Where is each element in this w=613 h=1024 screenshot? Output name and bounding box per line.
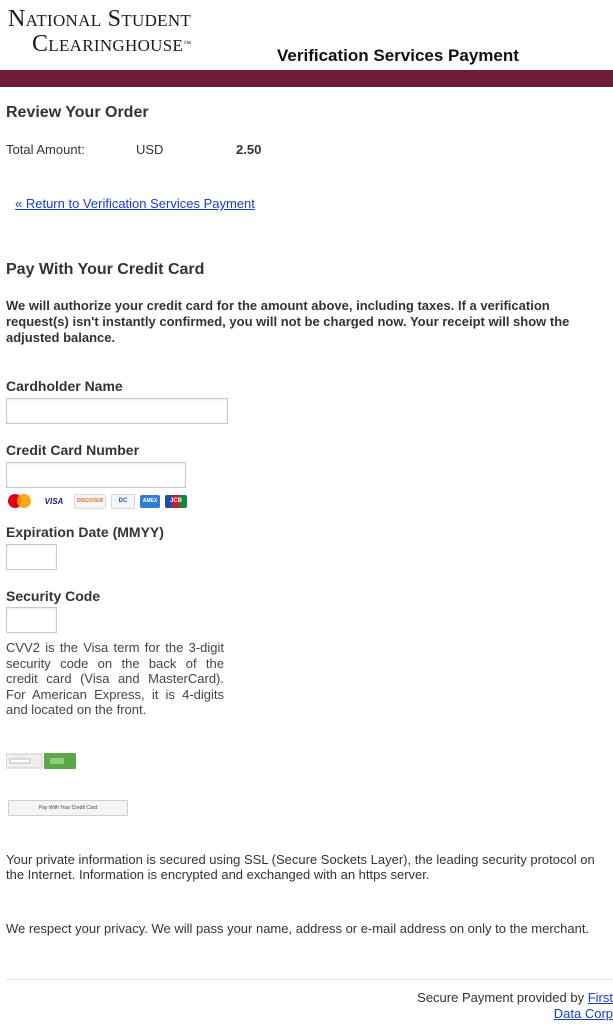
security-code-input[interactable] — [6, 607, 57, 633]
footer: Secure Payment provided by First Data Co… — [417, 990, 613, 1022]
ssl-notice: Your private information is secured usin… — [6, 852, 595, 882]
currency-code: USD — [136, 142, 164, 157]
first-data-link[interactable]: First — [588, 990, 613, 1005]
pay-heading: Pay With Your Credit Card — [6, 261, 205, 278]
discover-icon: DISCOVER — [74, 493, 106, 509]
footer-prefix: Secure Payment provided by — [417, 990, 585, 1005]
footer-line-1: Secure Payment provided by First — [417, 990, 613, 1006]
brand-line-2: Clearinghouse™ — [32, 31, 192, 57]
total-amount-value: 2.50 — [236, 142, 262, 157]
cardholder-name-label: Cardholder Name — [6, 378, 123, 394]
return-link[interactable]: « Return to Verification Services Paymen… — [15, 196, 255, 211]
footer-divider — [6, 979, 613, 980]
amex-icon: AMEX — [140, 494, 160, 508]
accepted-cards: VISA DISCOVER DC AMEX JCB — [6, 492, 187, 510]
footer-line-2: Data Corp — [417, 1006, 613, 1022]
jcb-icon: JCB — [165, 494, 187, 508]
pay-with-credit-card-button[interactable]: Pay With Your Credit Card — [8, 800, 128, 816]
expiration-label: Expiration Date (MMYY) — [6, 524, 164, 540]
total-amount-label: Total Amount: — [6, 142, 85, 157]
visa-icon: VISA — [44, 496, 64, 506]
card-number-label: Credit Card Number — [6, 442, 140, 458]
card-number-input[interactable] — [6, 462, 186, 488]
mastercard-icon — [6, 494, 34, 508]
review-heading: Review Your Order — [6, 104, 149, 121]
expiration-input[interactable] — [6, 544, 57, 570]
cvv-help-text: CVV2 is the Visa term for the 3-digit se… — [6, 640, 224, 717]
brand-line-2-text: Clearinghouse — [32, 31, 184, 57]
page-title: Verification Services Payment — [277, 46, 519, 65]
cvv-card-icon — [5, 752, 76, 770]
brand-logo: National Student Clearinghouse™ — [8, 6, 191, 56]
brand-line-1: National Student — [8, 6, 192, 32]
header-accent-bar — [0, 70, 613, 87]
security-code-label: Security Code — [6, 588, 101, 604]
diners-icon: DC — [111, 493, 135, 509]
privacy-notice: We respect your privacy. We will pass yo… — [6, 921, 590, 936]
authorization-notice: We will authorize your credit card for t… — [6, 298, 570, 345]
cardholder-name-input[interactable] — [6, 398, 228, 424]
first-data-link-continued[interactable]: Data Corp — [554, 1006, 613, 1021]
